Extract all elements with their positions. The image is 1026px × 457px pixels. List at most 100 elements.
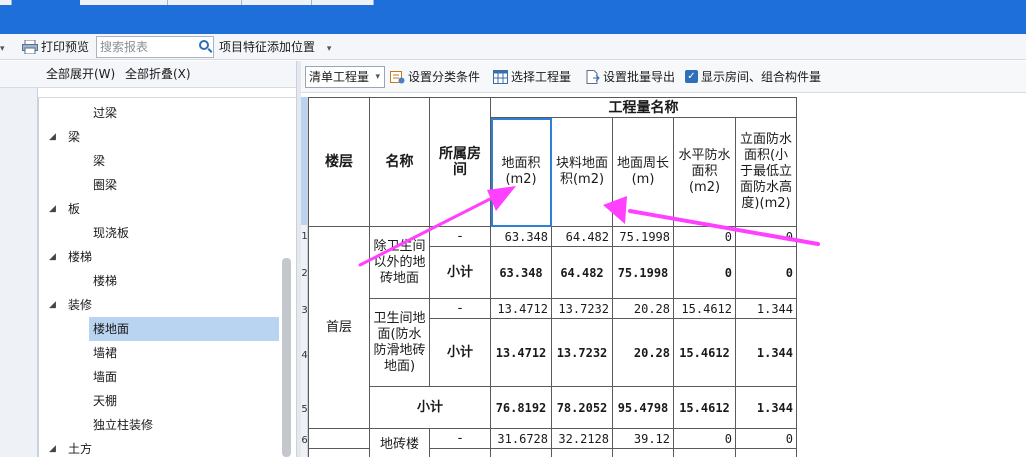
row-number[interactable]: 1 xyxy=(301,231,308,242)
cell-perimeter[interactable]: 20.28 xyxy=(612,298,674,319)
cell-perimeter[interactable]: 95.4798 xyxy=(612,386,674,429)
tree-group[interactable]: ◢ 装修 xyxy=(39,293,283,317)
row-number[interactable]: 2 xyxy=(301,268,308,279)
collapse-triangle-icon[interactable]: ◢ xyxy=(49,125,56,149)
cell-floor-subtotal[interactable]: 小计 xyxy=(369,386,491,429)
cell-floor-area[interactable]: 76.8192 xyxy=(490,386,552,429)
cell-horizontal-waterproof[interactable]: 0 xyxy=(673,226,736,247)
header-floor-area[interactable]: 地面积(m2) xyxy=(490,117,552,227)
row-number[interactable]: 4 xyxy=(301,350,308,361)
tree-group[interactable]: ◢ 梁 xyxy=(39,125,283,149)
overflow-chevron-icon[interactable]: ▾ xyxy=(0,34,5,60)
project-feature-dropdown[interactable]: 项目特征添加位置 ▾ xyxy=(219,34,331,60)
header-name[interactable]: 名称 xyxy=(369,97,430,227)
cell-block-area[interactable]: 64.482 xyxy=(551,226,613,247)
cell-room[interactable]: - xyxy=(429,428,491,449)
tree-item[interactable]: 墙面 xyxy=(39,365,283,389)
cell-block-area[interactable]: 13.7232 xyxy=(551,298,613,319)
tree-item[interactable]: 现浇板 xyxy=(39,221,283,245)
cell-floor-area[interactable] xyxy=(490,448,552,457)
tree-group[interactable]: ◢ 板 xyxy=(39,197,283,221)
cell-vertical-waterproof[interactable]: 0 xyxy=(735,246,797,299)
cell-block-area[interactable]: 13.7232 xyxy=(551,318,613,387)
set-batch-export-label: 设置批量导出 xyxy=(603,70,676,84)
print-preview-button[interactable]: 打印预览 xyxy=(41,34,89,60)
collapse-triangle-icon[interactable]: ◢ xyxy=(49,197,56,221)
cell-block-area[interactable] xyxy=(551,448,613,457)
set-batch-export-button[interactable]: 设置批量导出 xyxy=(585,61,675,93)
checkbox-checked-icon[interactable]: ✓ xyxy=(685,70,698,83)
header-perimeter[interactable]: 地面周长(m) xyxy=(612,117,674,227)
cell-floor-area[interactable]: 13.4712 xyxy=(490,318,552,387)
cell-floor-area[interactable]: 63.348 xyxy=(490,226,552,247)
tree-scrollbar[interactable] xyxy=(282,258,291,457)
cell-block-area[interactable]: 32.2128 xyxy=(551,428,613,449)
cell-vertical-waterproof[interactable]: 0 xyxy=(735,428,797,449)
tree-group[interactable]: ◢ 土方 xyxy=(39,437,283,457)
tree-group[interactable]: ◢ 楼梯 xyxy=(39,245,283,269)
cell-perimeter[interactable]: 20.28 xyxy=(612,318,674,387)
cell-vertical-waterproof[interactable]: 1.344 xyxy=(735,298,797,319)
cell-room[interactable]: - xyxy=(429,226,491,247)
cell-name[interactable]: 卫生间地面(防水防滑地砖地面) xyxy=(369,298,430,387)
tree-item[interactable]: 独立柱装修 xyxy=(39,413,283,437)
collapse-triangle-icon[interactable]: ◢ xyxy=(49,245,56,269)
header-floor[interactable]: 楼层 xyxy=(308,97,370,227)
search-box[interactable] xyxy=(96,36,214,58)
cell-perimeter[interactable]: 39.12 xyxy=(612,428,674,449)
cell-vertical-waterproof[interactable]: 1.344 xyxy=(735,318,797,387)
cell-name[interactable]: 地砖楼 xyxy=(369,428,430,457)
row-number[interactable]: 6 xyxy=(301,435,308,446)
cell-floor-area[interactable]: 63.348 xyxy=(490,246,552,299)
tree-item-selected[interactable]: 楼地面 xyxy=(39,317,283,341)
expand-all-button[interactable]: 全部展开(W) xyxy=(46,61,115,88)
cell-horizontal-waterproof[interactable]: 15.4612 xyxy=(673,298,736,319)
tree-item[interactable]: 过梁 xyxy=(39,101,283,125)
quantity-type-select[interactable]: 清单工程量 ▾ xyxy=(305,66,385,88)
cell-room-subtotal[interactable]: 小计 xyxy=(429,318,491,387)
cell-perimeter[interactable] xyxy=(612,448,674,457)
header-room[interactable]: 所属房间 xyxy=(429,97,491,227)
cell-room[interactable] xyxy=(429,448,491,457)
cell-horizontal-waterproof[interactable]: 15.4612 xyxy=(673,318,736,387)
header-quantity-group[interactable]: 工程量名称 xyxy=(490,97,797,118)
cell-vertical-waterproof[interactable]: 1.344 xyxy=(735,386,797,429)
collapse-triangle-icon[interactable]: ◢ xyxy=(49,293,56,317)
set-category-condition-button[interactable]: 设置分类条件 xyxy=(390,61,480,93)
cell-floor[interactable] xyxy=(308,448,370,457)
cell-block-area[interactable]: 78.2052 xyxy=(551,386,613,429)
row-number[interactable]: 3 xyxy=(301,305,308,316)
select-quantity-button[interactable]: 选择工程量 xyxy=(493,61,571,93)
tree-item[interactable]: 天棚 xyxy=(39,389,283,413)
cell-block-area[interactable]: 64.482 xyxy=(551,246,613,299)
tree-item[interactable]: 墙裙 xyxy=(39,341,283,365)
cell-horizontal-waterproof[interactable]: 0 xyxy=(673,246,736,299)
search-icon[interactable] xyxy=(199,40,209,50)
cell-perimeter[interactable]: 75.1998 xyxy=(612,226,674,247)
cell-perimeter[interactable]: 75.1998 xyxy=(612,246,674,299)
cell-room-subtotal[interactable]: 小计 xyxy=(429,246,491,299)
cell-vertical-waterproof[interactable] xyxy=(735,448,797,457)
header-vertical-waterproof[interactable]: 立面防水面积(小于最低立面防水高度)(m2) xyxy=(735,117,797,227)
show-rooms-checkbox[interactable]: ✓ 显示房间、组合构件量 xyxy=(685,61,821,93)
collapse-triangle-icon[interactable]: ◢ xyxy=(49,437,56,457)
tree-item[interactable]: 圈梁 xyxy=(39,173,283,197)
cell-floor-area[interactable]: 13.4712 xyxy=(490,298,552,319)
collapse-all-button[interactable]: 全部折叠(X) xyxy=(125,61,191,88)
header-block-area[interactable]: 块料地面积(m2) xyxy=(551,117,613,227)
cell-floor[interactable] xyxy=(308,428,370,449)
cell-room[interactable]: - xyxy=(429,298,491,319)
select-quantity-label: 选择工程量 xyxy=(511,70,572,84)
cell-horizontal-waterproof[interactable] xyxy=(673,448,736,457)
cell-vertical-waterproof[interactable]: 0 xyxy=(735,226,797,247)
tree-item[interactable]: 楼梯 xyxy=(39,269,283,293)
cell-floor-area[interactable]: 31.6728 xyxy=(490,428,552,449)
search-input[interactable] xyxy=(97,37,193,57)
header-horizontal-waterproof[interactable]: 水平防水面积(m2) xyxy=(673,117,736,227)
cell-name[interactable]: 除卫生间以外的地砖地面 xyxy=(369,226,430,299)
cell-horizontal-waterproof[interactable]: 0 xyxy=(673,428,736,449)
tree-item[interactable]: 梁 xyxy=(39,149,283,173)
cell-floor[interactable]: 首层 xyxy=(308,226,370,429)
row-number[interactable]: 5 xyxy=(301,404,308,415)
cell-horizontal-waterproof[interactable]: 15.4612 xyxy=(673,386,736,429)
